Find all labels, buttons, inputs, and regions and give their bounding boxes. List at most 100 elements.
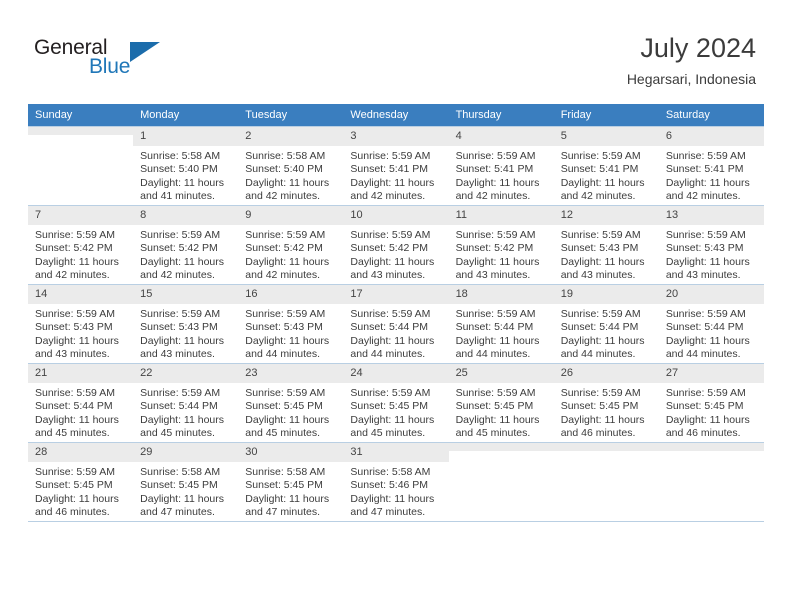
- calendar-day-cell[interactable]: 28 Sunrise: 5:59 AM Sunset: 5:45 PM Dayligh…: [28, 442, 134, 522]
- day-cell-content: 14 Sunrise: 5:59 AM Sunset: 5:43 PM Dayligh…: [28, 285, 134, 363]
- day-number: 26: [553, 364, 659, 383]
- calendar-day-cell[interactable]: 30 Sunrise: 5:58 AM Sunset: 5:45 PM Dayligh…: [238, 442, 344, 522]
- day-cell-content: 29 Sunrise: 5:58 AM Sunset: 5:45 PM Dayligh…: [133, 443, 239, 521]
- day-number: 10: [343, 206, 449, 225]
- calendar-day-cell[interactable]: 8 Sunrise: 5:59 AM Sunset: 5:42 PM Daylight…: [133, 205, 239, 285]
- day-detail-daylight2: and 42 minutes.: [350, 190, 426, 203]
- day-detail-sunrise: Sunrise: 5:59 AM: [245, 308, 326, 320]
- day-detail-sunset: Sunset: 5:41 PM: [350, 163, 429, 176]
- day-detail-daylight1: Daylight: 11 hours: [350, 255, 435, 268]
- day-detail-daylight2: and 43 minutes.: [350, 269, 426, 282]
- calendar-day-cell[interactable]: 21 Sunrise: 5:59 AM Sunset: 5:44 PM Dayligh…: [28, 363, 134, 443]
- calendar-week-row: 21 Sunrise: 5:59 AM Sunset: 5:44 PM Dayligh…: [28, 363, 764, 443]
- calendar-week-row: 28 Sunrise: 5:59 AM Sunset: 5:45 PM Dayligh…: [28, 442, 764, 522]
- calendar-day-cell[interactable]: 3 Sunrise: 5:59 AM Sunset: 5:41 PM Daylight…: [343, 126, 449, 206]
- calendar-day-cell[interactable]: 25 Sunrise: 5:59 AM Sunset: 5:45 PM Dayligh…: [448, 363, 554, 443]
- calendar-page: General Blue July 2024 Hegarsari, Indone…: [0, 0, 792, 612]
- day-detail-sunset: Sunset: 5:41 PM: [455, 163, 534, 176]
- calendar-day-cell[interactable]: 29 Sunrise: 5:58 AM Sunset: 5:45 PM Dayligh…: [133, 442, 239, 522]
- calendar-day-cell[interactable]: 26 Sunrise: 5:59 AM Sunset: 5:45 PM Dayligh…: [553, 363, 659, 443]
- calendar-day-cell[interactable]: 20 Sunrise: 5:59 AM Sunset: 5:44 PM Dayligh…: [658, 284, 764, 364]
- day-details: Sunrise: 5:59 AM Sunset: 5:44 PM Daylight:…: [133, 383, 238, 441]
- day-detail-sunset: Sunset: 5:41 PM: [665, 163, 744, 176]
- calendar-day-cell[interactable]: 9 Sunrise: 5:59 AM Sunset: 5:42 PM Daylight…: [238, 205, 344, 285]
- calendar-day-cell[interactable]: 7 Sunrise: 5:59 AM Sunset: 5:42 PM Daylight…: [28, 205, 134, 285]
- day-cell-content: 1 Sunrise: 5:58 AM Sunset: 5:40 PM Daylight…: [133, 127, 239, 205]
- calendar-day-cell[interactable]: 18 Sunrise: 5:59 AM Sunset: 5:44 PM Dayligh…: [448, 284, 554, 364]
- day-details: Sunrise: 5:59 AM Sunset: 5:45 PM Daylight:…: [343, 383, 448, 441]
- day-detail-daylight2: and 42 minutes.: [560, 190, 636, 203]
- calendar-day-cell[interactable]: 6 Sunrise: 5:59 AM Sunset: 5:41 PM Daylight…: [658, 126, 764, 206]
- day-details: Sunrise: 5:59 AM Sunset: 5:42 PM Daylight:…: [449, 225, 554, 283]
- calendar-header-row: Sunday Monday Tuesday Wednesday Thursday…: [28, 104, 764, 127]
- calendar-day-cell[interactable]: 31 Sunrise: 5:58 AM Sunset: 5:46 PM Dayligh…: [343, 442, 449, 522]
- day-detail-sunset: Sunset: 5:43 PM: [140, 321, 218, 334]
- day-detail-sunrise: Sunrise: 5:59 AM: [665, 229, 746, 241]
- day-detail-sunset: Sunset: 5:44 PM: [455, 321, 534, 334]
- day-detail-sunset: Sunset: 5:45 PM: [455, 400, 534, 413]
- day-detail-daylight1: Daylight: 11 hours: [350, 176, 435, 189]
- day-number: 2: [238, 127, 344, 146]
- day-number: 1: [133, 127, 239, 146]
- day-cell-content: 26 Sunrise: 5:59 AM Sunset: 5:45 PM Dayligh…: [553, 364, 659, 442]
- day-cell-content: 20 Sunrise: 5:59 AM Sunset: 5:44 PM Dayligh…: [658, 285, 764, 363]
- day-cell-content: 27 Sunrise: 5:59 AM Sunset: 5:45 PM Dayligh…: [658, 364, 764, 442]
- day-cell-content: [658, 443, 764, 521]
- day-detail-daylight2: and 45 minutes.: [350, 427, 426, 440]
- day-detail-daylight1: Daylight: 11 hours: [560, 255, 645, 268]
- day-detail-sunset: Sunset: 5:42 PM: [140, 242, 218, 255]
- day-detail-daylight2: and 42 minutes.: [35, 269, 110, 282]
- calendar-day-cell[interactable]: 17 Sunrise: 5:59 AM Sunset: 5:44 PM Dayligh…: [343, 284, 449, 364]
- calendar-day-cell[interactable]: 15 Sunrise: 5:59 AM Sunset: 5:43 PM Dayligh…: [133, 284, 239, 364]
- day-cell-content: 23 Sunrise: 5:59 AM Sunset: 5:45 PM Dayligh…: [238, 364, 344, 442]
- calendar-day-cell[interactable]: 27 Sunrise: 5:59 AM Sunset: 5:45 PM Dayligh…: [658, 363, 764, 443]
- day-cell-content: 3 Sunrise: 5:59 AM Sunset: 5:41 PM Daylight…: [343, 127, 449, 205]
- day-detail-daylight1: Daylight: 11 hours: [245, 334, 330, 347]
- calendar-day-cell[interactable]: 11 Sunrise: 5:59 AM Sunset: 5:42 PM Dayligh…: [448, 205, 554, 285]
- calendar-day-cell[interactable]: 5 Sunrise: 5:59 AM Sunset: 5:41 PM Daylight…: [553, 126, 659, 206]
- day-detail-sunset: Sunset: 5:43 PM: [245, 321, 323, 334]
- calendar-day-cell[interactable]: 23 Sunrise: 5:59 AM Sunset: 5:45 PM Dayligh…: [238, 363, 344, 443]
- day-number: 5: [553, 127, 659, 146]
- day-detail-sunset: Sunset: 5:44 PM: [35, 400, 113, 413]
- weekday-header-thursday: Thursday: [448, 104, 554, 127]
- day-detail-daylight1: Daylight: 11 hours: [350, 492, 435, 505]
- day-number: 22: [133, 364, 239, 383]
- calendar-day-cell[interactable]: 14 Sunrise: 5:59 AM Sunset: 5:43 PM Dayligh…: [28, 284, 134, 364]
- day-detail-daylight1: Daylight: 11 hours: [245, 413, 330, 426]
- day-detail-daylight1: Daylight: 11 hours: [560, 334, 645, 347]
- calendar-day-cell[interactable]: 16 Sunrise: 5:59 AM Sunset: 5:43 PM Dayligh…: [238, 284, 344, 364]
- calendar-day-cell[interactable]: 1 Sunrise: 5:58 AM Sunset: 5:40 PM Daylight…: [133, 126, 239, 206]
- calendar-day-cell[interactable]: 13 Sunrise: 5:59 AM Sunset: 5:43 PM Dayligh…: [658, 205, 764, 285]
- day-detail-sunrise: Sunrise: 5:59 AM: [140, 308, 221, 320]
- calendar-day-cell[interactable]: 10 Sunrise: 5:59 AM Sunset: 5:42 PM Dayligh…: [343, 205, 449, 285]
- weekday-header-tuesday: Tuesday: [238, 104, 344, 127]
- day-details: Sunrise: 5:59 AM Sunset: 5:45 PM Daylight:…: [554, 383, 659, 441]
- day-detail-daylight2: and 42 minutes.: [665, 190, 741, 203]
- day-detail-daylight1: Daylight: 11 hours: [140, 255, 224, 268]
- calendar-empty-cell: [658, 442, 764, 522]
- calendar-day-cell[interactable]: 2 Sunrise: 5:58 AM Sunset: 5:40 PM Daylight…: [238, 126, 344, 206]
- calendar-day-cell[interactable]: 24 Sunrise: 5:59 AM Sunset: 5:45 PM Dayligh…: [343, 363, 449, 443]
- day-detail-daylight1: Daylight: 11 hours: [560, 176, 645, 189]
- day-detail-daylight2: and 44 minutes.: [245, 348, 320, 361]
- day-details: Sunrise: 5:59 AM Sunset: 5:41 PM Daylight:…: [659, 146, 764, 204]
- calendar-day-cell[interactable]: 22 Sunrise: 5:59 AM Sunset: 5:44 PM Dayligh…: [133, 363, 239, 443]
- calendar-day-cell[interactable]: 4 Sunrise: 5:59 AM Sunset: 5:41 PM Daylight…: [448, 126, 554, 206]
- day-detail-daylight2: and 46 minutes.: [35, 506, 110, 519]
- day-detail-sunset: Sunset: 5:45 PM: [560, 400, 639, 413]
- brand-logo[interactable]: General Blue: [34, 36, 234, 86]
- day-detail-daylight1: Daylight: 11 hours: [35, 255, 119, 268]
- day-number: [28, 127, 134, 135]
- day-detail-daylight2: and 43 minutes.: [560, 269, 636, 282]
- day-detail-sunset: Sunset: 5:45 PM: [35, 479, 113, 492]
- weekday-header-monday: Monday: [133, 104, 239, 127]
- day-details: Sunrise: 5:59 AM Sunset: 5:43 PM Daylight:…: [554, 225, 659, 283]
- calendar-day-cell[interactable]: 19 Sunrise: 5:59 AM Sunset: 5:44 PM Dayligh…: [553, 284, 659, 364]
- day-details: Sunrise: 5:59 AM Sunset: 5:41 PM Daylight:…: [449, 146, 554, 204]
- day-detail-daylight1: Daylight: 11 hours: [665, 334, 750, 347]
- day-details: Sunrise: 5:59 AM Sunset: 5:43 PM Daylight:…: [133, 304, 238, 362]
- calendar-day-cell[interactable]: 12 Sunrise: 5:59 AM Sunset: 5:43 PM Dayligh…: [553, 205, 659, 285]
- day-detail-daylight2: and 44 minutes.: [665, 348, 741, 361]
- day-details: Sunrise: 5:59 AM Sunset: 5:43 PM Daylight:…: [238, 304, 343, 362]
